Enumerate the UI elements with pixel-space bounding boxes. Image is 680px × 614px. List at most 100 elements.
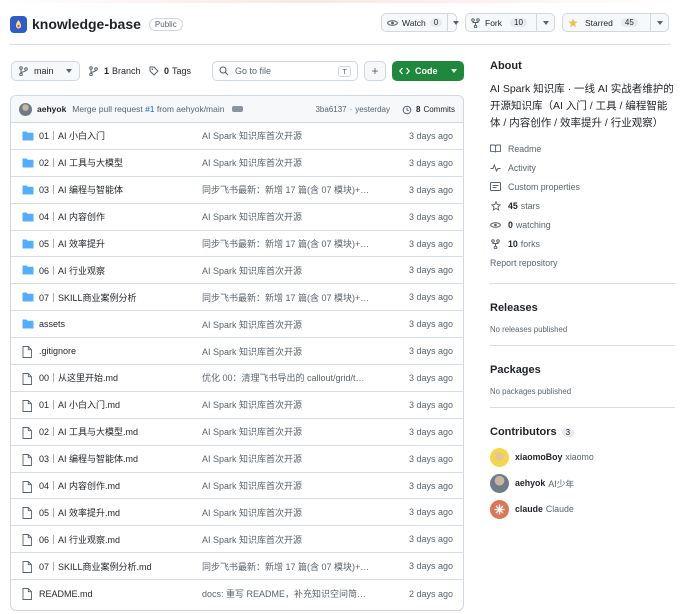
file-name[interactable]: 03｜AI 编程与智能体.md [39, 452, 138, 465]
table-row[interactable]: 00｜从这里开始.md 优化 00：清理飞书导出的 callout/grid/t…… [11, 365, 463, 392]
file-name[interactable]: 06｜AI 行业观察.md [39, 533, 120, 546]
contributor-item[interactable]: xiaomoBoy xiaomo [490, 444, 675, 470]
add-file-button[interactable]: + [364, 61, 386, 81]
file-name[interactable]: .gitignore [39, 346, 76, 356]
avatar[interactable] [490, 499, 509, 519]
file-commit-message[interactable]: AI Spark 知识库首次开源 [202, 452, 380, 465]
table-row[interactable]: 07｜SKILL商业案例分析 同步飞书最新：新增 17 篇(含 07 模块)+… 3… [11, 284, 463, 312]
latest-commit-bar: aehyok Merge pull request #1 from aehyok… [11, 96, 463, 123]
file-commit-message[interactable]: AI Spark 知识库首次开源 [202, 129, 380, 142]
file-name[interactable]: 00｜从这里开始.md [39, 371, 118, 384]
file-commit-message[interactable]: 同步飞书最新：新增 17 篇(含 07 模块)+… [202, 291, 380, 304]
file-commit-message[interactable]: AI Spark 知识库首次开源 [202, 506, 380, 519]
packages-title[interactable]: Packages [490, 364, 675, 376]
file-name[interactable]: 01｜AI 小白入门 [39, 129, 105, 142]
file-commit-message[interactable]: AI Spark 知识库首次开源 [202, 425, 380, 438]
file-name[interactable]: 01｜AI 小白入门.md [39, 398, 120, 411]
table-row[interactable]: 05｜AI 效率提升.md AI Spark 知识库首次开源 3 days ago [11, 499, 463, 527]
releases-title[interactable]: Releases [490, 302, 675, 314]
report-repository-link[interactable]: Report repository [490, 253, 675, 272]
table-row[interactable]: 06｜AI 行业观察.md AI Spark 知识库首次开源 3 days ago [11, 526, 463, 554]
file-commit-message[interactable]: 同步飞书最新：新增 17 篇(含 07 模块)+… [202, 560, 380, 573]
file-commit-message[interactable]: AI Spark 知识库首次开源 [202, 345, 380, 358]
file-name[interactable]: 03｜AI 编程与智能体 [39, 183, 123, 196]
table-row[interactable]: 06｜AI 行业观察 AI Spark 知识库首次开源 3 days ago [11, 257, 463, 285]
table-row[interactable]: 01｜AI 小白入门.md AI Spark 知识库首次开源 3 days ago [11, 392, 463, 419]
activity-link[interactable]: Activity [490, 158, 675, 177]
file-commit-message[interactable]: docs: 重写 README，补充知识空间简… [202, 587, 380, 600]
file-name[interactable]: 05｜AI 效率提升.md [39, 506, 120, 519]
repo-name[interactable]: knowledge-base [32, 16, 141, 32]
branch-icon [89, 66, 98, 76]
file-name[interactable]: 02｜AI 工具与大模型 [39, 156, 123, 169]
forks-link[interactable]: 10 forks [490, 234, 675, 253]
table-row[interactable]: 04｜AI 内容创作 AI Spark 知识库首次开源 3 days ago [11, 204, 463, 231]
watch-dropdown-caret[interactable] [447, 14, 464, 31]
starred-button[interactable]: Starred 45 [562, 13, 669, 32]
file-commit-message[interactable]: AI Spark 知识库首次开源 [202, 318, 380, 331]
table-row[interactable]: 03｜AI 编程与智能体.md AI Spark 知识库首次开源 3 days ag… [11, 446, 463, 473]
file-name[interactable]: 04｜AI 内容创作 [39, 210, 105, 223]
contributor-login[interactable]: aehyok [515, 478, 545, 488]
stars-link[interactable]: 45 stars [490, 196, 675, 215]
file-name[interactable]: 07｜SKILL商业案例分析 [39, 291, 137, 304]
fork-dropdown-caret[interactable] [536, 14, 554, 31]
star-dropdown-caret[interactable] [650, 14, 668, 31]
commits-link[interactable]: 8 Commits [402, 105, 455, 115]
table-row[interactable]: 02｜AI 工具与大模型.md AI Spark 知识库首次开源 3 days ag… [11, 419, 463, 446]
commit-message[interactable]: Merge pull request #1 from aehyok/main [72, 104, 224, 114]
watch-button[interactable]: Watch 0 [381, 13, 460, 32]
contributors-title[interactable]: Contributors 3 [490, 426, 675, 438]
file-icon [22, 561, 34, 574]
go-to-file-input[interactable]: Go to file T [212, 61, 358, 81]
contributor-item[interactable]: aehyok AI少年 [490, 470, 675, 496]
file-name[interactable]: 04｜AI 内容创作.md [39, 479, 120, 492]
readme-link[interactable]: Readme [490, 139, 675, 158]
table-row[interactable]: README.md docs: 重写 README，补充知识空间简… 2 days … [11, 580, 463, 607]
file-commit-date: 3 days ago [408, 453, 453, 464]
code-button[interactable]: Code [392, 61, 464, 81]
tags-link[interactable]: 0 Tags [149, 61, 191, 81]
watching-link[interactable]: 0 watching [490, 215, 675, 234]
file-name[interactable]: assets [39, 319, 65, 329]
table-row[interactable]: 02｜AI 工具与大模型 AI Spark 知识库首次开源 3 days ago [11, 150, 463, 177]
contributor-login[interactable]: claude [515, 504, 543, 514]
repo-avatar-icon[interactable] [10, 15, 27, 33]
file-name[interactable]: 02｜AI 工具与大模型.md [39, 425, 138, 438]
table-row[interactable]: 03｜AI 编程与智能体 同步飞书最新：新增 17 篇(含 07 模块)+… 3 d… [11, 177, 463, 204]
avatar[interactable] [19, 102, 32, 116]
file-commit-message[interactable]: AI Spark 知识库首次开源 [202, 533, 380, 546]
table-row[interactable]: 04｜AI 内容创作.md AI Spark 知识库首次开源 3 days ago [11, 473, 463, 500]
file-commit-message[interactable]: AI Spark 知识库首次开源 [202, 210, 380, 223]
contributor-item[interactable]: claude Claude [490, 496, 675, 522]
file-commit-message[interactable]: AI Spark 知识库首次开源 [202, 398, 380, 411]
commit-author[interactable]: aehyok [37, 104, 66, 114]
custom-properties-link[interactable]: Custom properties [490, 177, 675, 196]
file-commit-message[interactable]: AI Spark 知识库首次开源 [202, 264, 380, 277]
file-name[interactable]: 07｜SKILL商业案例分析.md [39, 560, 152, 573]
avatar[interactable] [490, 473, 509, 493]
branch-selector[interactable]: main [11, 61, 80, 81]
file-commit-message[interactable]: 同步飞书最新：新增 17 篇(含 07 模块)+… [202, 237, 380, 250]
file-commit-message[interactable]: AI Spark 知识库首次开源 [202, 156, 380, 169]
table-row[interactable]: 05｜AI 效率提升 同步飞书最新：新增 17 篇(含 07 模块)+… 3 day… [11, 231, 463, 258]
file-table: aehyok Merge pull request #1 from aehyok… [10, 95, 464, 611]
file-name[interactable]: 06｜AI 行业观察 [39, 264, 105, 277]
branches-link[interactable]: 1 Branch [89, 61, 141, 81]
table-row[interactable]: 07｜SKILL商业案例分析.md 同步飞书最新：新增 17 篇(含 07 模块)… [11, 553, 463, 581]
file-commit-message[interactable]: AI Spark 知识库首次开源 [202, 479, 380, 492]
file-commit-message[interactable]: 同步飞书最新：新增 17 篇(含 07 模块)+… [202, 183, 380, 196]
file-commit-message[interactable]: 优化 00：清理飞书导出的 callout/grid/t… [202, 371, 380, 384]
commit-sha[interactable]: 3ba6137 [315, 105, 346, 114]
fork-button[interactable]: Fork 10 [465, 13, 555, 32]
file-name[interactable]: README.md [39, 589, 93, 599]
history-icon [402, 105, 412, 114]
avatar[interactable] [490, 447, 509, 467]
table-row[interactable]: 01｜AI 小白入门 AI Spark 知识库首次开源 3 days ago [11, 123, 463, 150]
table-row[interactable]: .gitignore AI Spark 知识库首次开源 3 days ago [11, 338, 463, 366]
table-row[interactable]: assets AI Spark 知识库首次开源 3 days ago [11, 311, 463, 339]
expand-commit-message-button[interactable] [232, 106, 244, 112]
contributor-login[interactable]: xiaomoBoy [515, 452, 562, 462]
pr-link[interactable]: #1 [145, 104, 154, 114]
file-name[interactable]: 05｜AI 效率提升 [39, 237, 105, 250]
